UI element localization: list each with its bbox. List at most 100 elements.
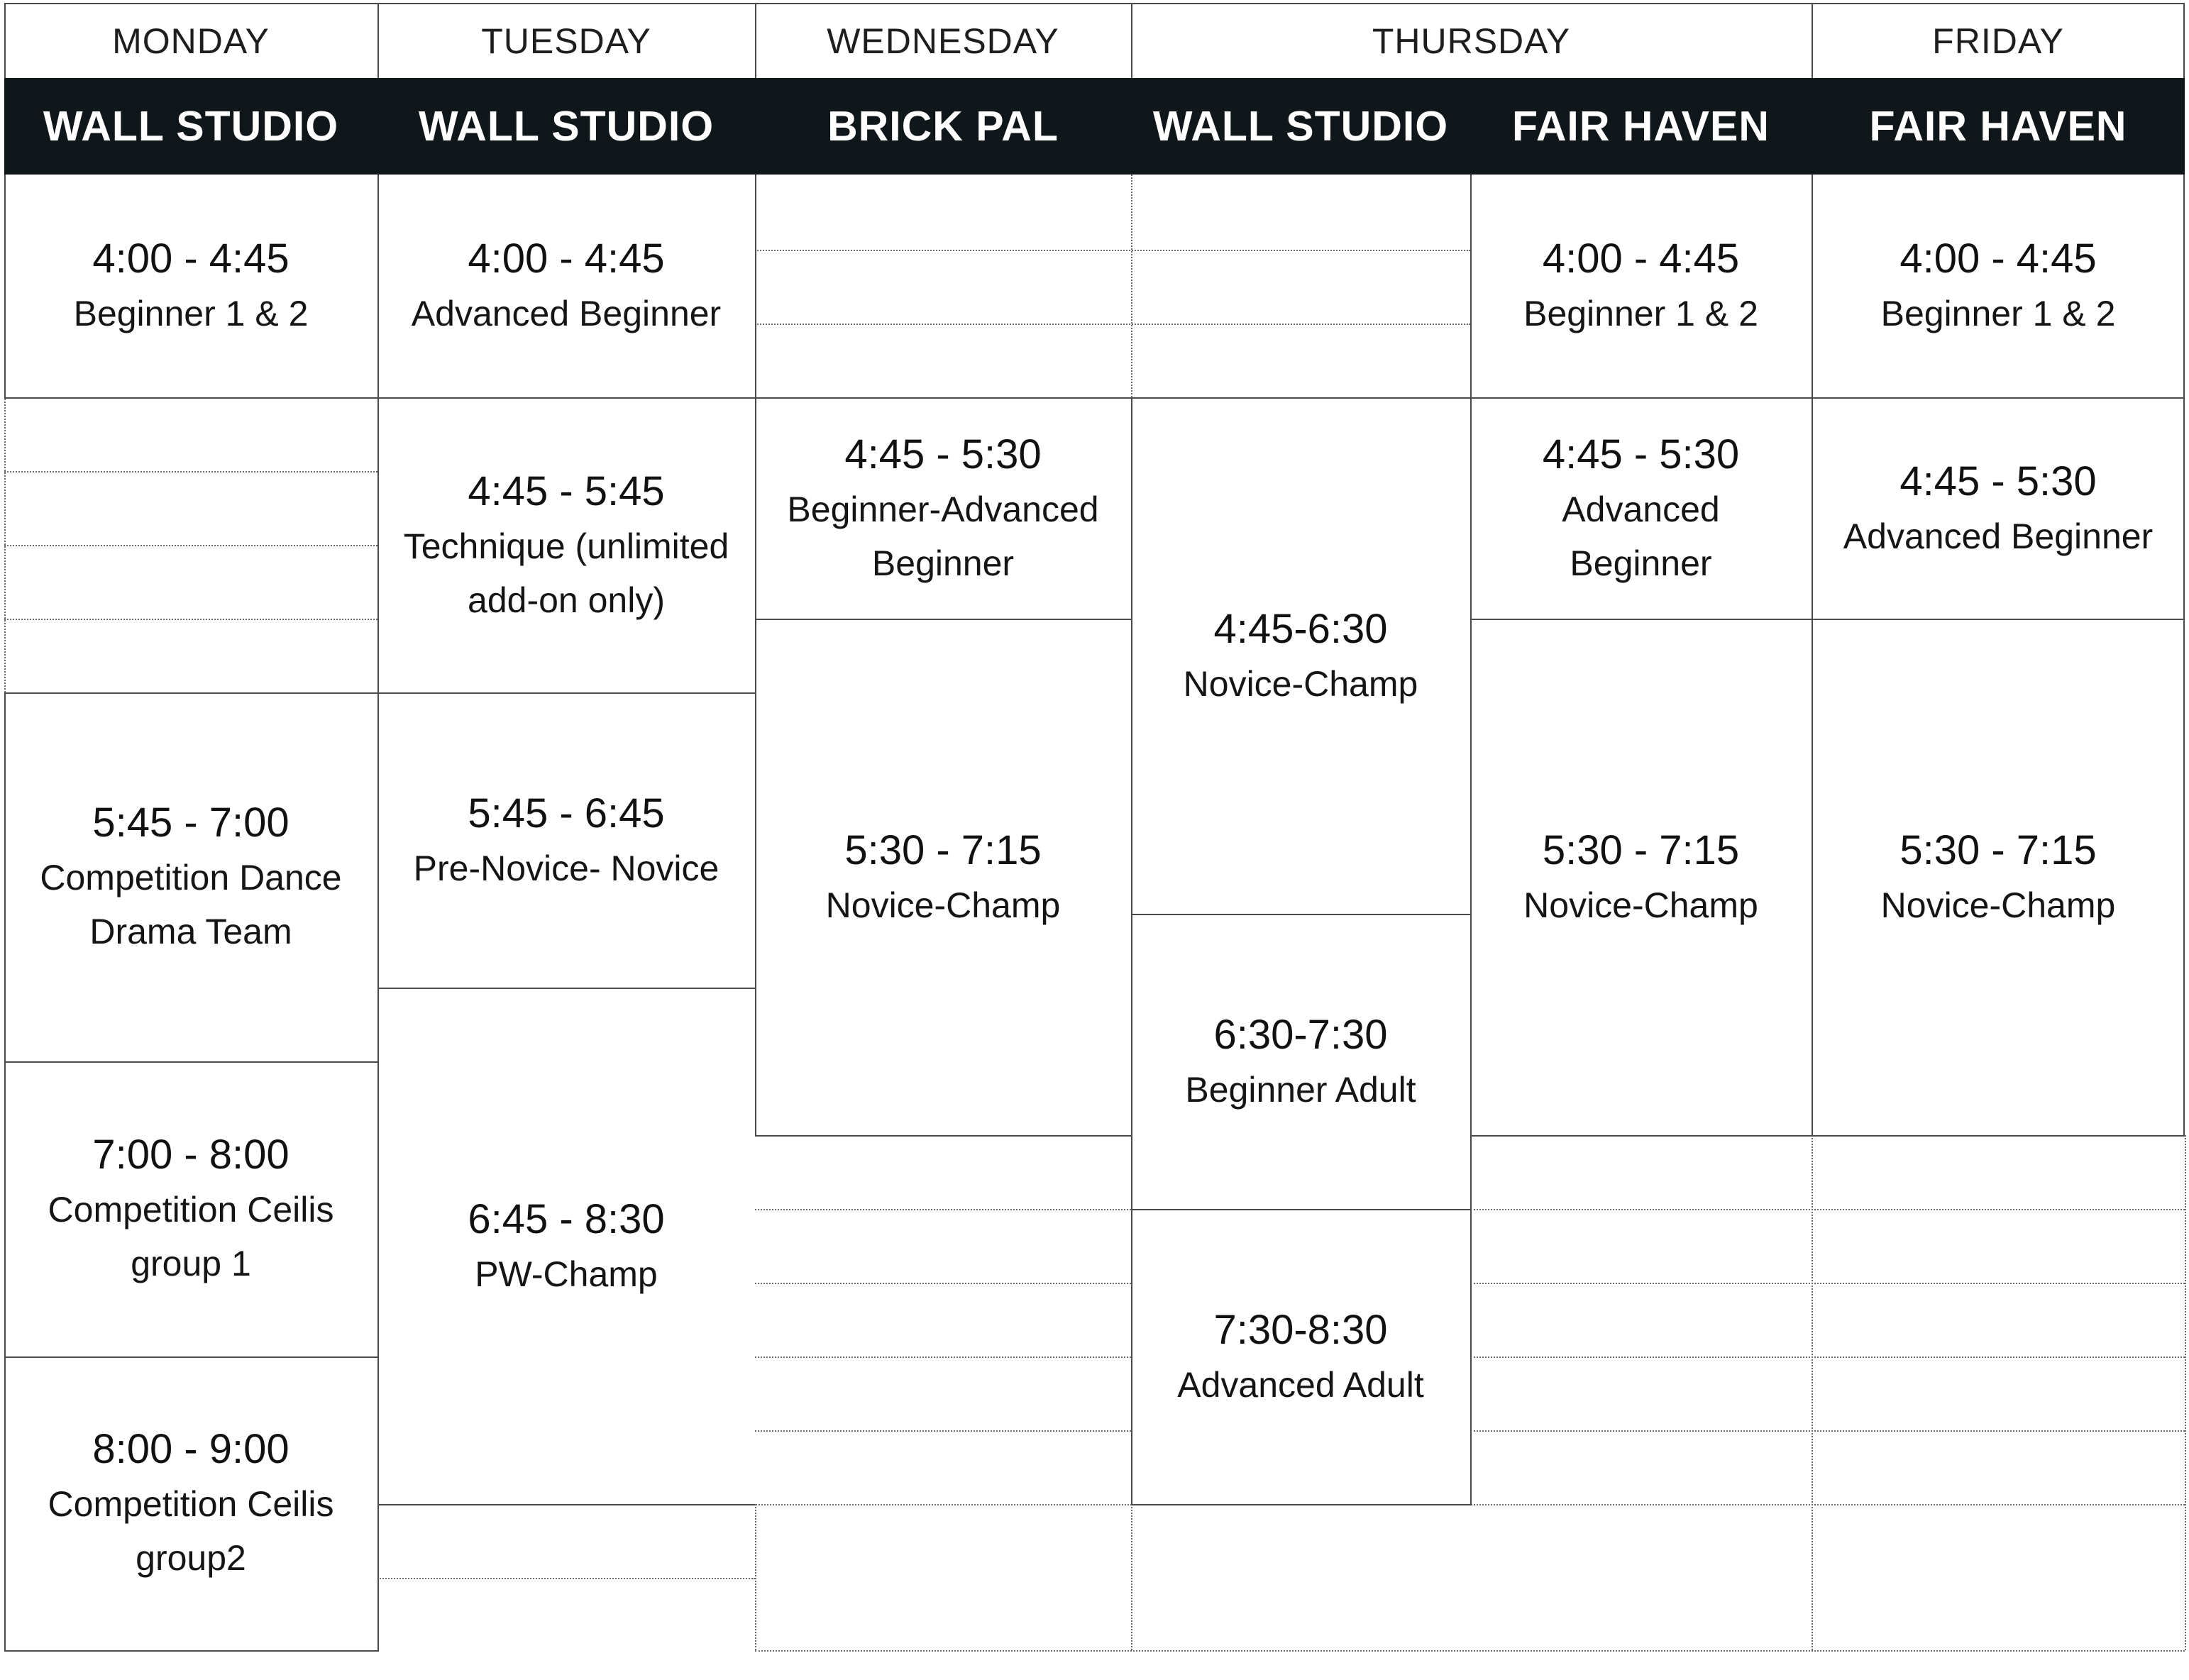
class-time: 4:45 - 5:30	[1542, 431, 1740, 477]
class-block: 8:00 - 9:00 Competition Ceilis group2	[4, 1356, 377, 1650]
class-time: 5:30 - 7:15	[844, 827, 1042, 873]
weekly-class-schedule: MONDAY TUESDAY WEDNESDAY THURSDAY FRIDAY…	[0, 0, 2189, 1680]
grid-line	[2183, 3, 2185, 78]
grid-dotted-line	[755, 1209, 1131, 1210]
grid-dotted-line	[4, 619, 377, 620]
class-name: Advanced Beginner	[1843, 516, 2154, 556]
class-block: 4:45 - 5:30 Advanced Beginner	[1470, 399, 1812, 619]
class-block: 6:30-7:30 Beginner Adult	[1131, 915, 1470, 1209]
class-block: 4:45-6:30 Novice-Champ	[1131, 399, 1470, 914]
class-block: 4:00 - 4:45 Advanced Beginner	[377, 175, 755, 397]
class-block: 7:00 - 8:00 Competition Ceilis group 1	[4, 1061, 377, 1356]
studio-label-friday: FAIR HAVEN	[1869, 103, 2127, 150]
class-name: Novice-Champ	[1183, 664, 1418, 704]
class-time: 6:30-7:30	[1213, 1012, 1388, 1058]
class-time: 4:00 - 4:45	[468, 236, 665, 282]
day-header-tuesday: TUESDAY	[481, 21, 651, 61]
grid-line	[1470, 1135, 2185, 1137]
class-name: Beginner Adult	[1185, 1070, 1416, 1110]
grid-dotted-divider	[4, 399, 6, 692]
grid-line	[377, 1504, 755, 1505]
class-name: Advanced Beginner	[1562, 490, 1720, 583]
class-time: 7:00 - 8:00	[92, 1132, 290, 1178]
class-time: 4:45 - 5:30	[844, 431, 1042, 477]
class-block: 7:30-8:30 Advanced Adult	[1131, 1210, 1470, 1504]
grid-dotted-line	[4, 545, 377, 546]
class-time: 4:00 - 4:45	[1899, 236, 2097, 282]
class-block: 5:30 - 7:15 Novice-Champ	[755, 620, 1131, 1135]
grid-line	[4, 3, 2185, 4]
class-block: 5:45 - 6:45 Pre-Novice- Novice	[377, 694, 755, 988]
class-name: Advanced Beginner	[411, 294, 722, 333]
class-name: Beginner-Advanced Beginner	[787, 490, 1099, 583]
grid-dotted-line	[1470, 1356, 2185, 1358]
class-name: Competition Ceilis group 1	[48, 1190, 334, 1283]
grid-dotted-line	[1470, 1283, 2185, 1284]
class-block: 4:00 - 4:45 Beginner 1 & 2	[1812, 175, 2185, 397]
grid-dotted-line	[755, 1356, 1131, 1358]
grid-dotted-line	[755, 250, 1470, 251]
class-time: 7:30-8:30	[1213, 1307, 1388, 1353]
class-block: 5:30 - 7:15 Novice-Champ	[1470, 620, 1812, 1135]
grid-dotted-divider	[1812, 1135, 1813, 1650]
class-time: 8:00 - 9:00	[92, 1426, 290, 1472]
class-block: 4:45 - 5:30 Beginner-Advanced Beginner	[755, 399, 1131, 619]
grid-line	[1812, 3, 1813, 78]
grid-line	[377, 3, 379, 78]
day-header-wednesday: WEDNESDAY	[827, 21, 1059, 61]
studio-label-thursday-wall: WALL STUDIO	[1152, 103, 1449, 150]
grid-line	[4, 1650, 377, 1652]
class-name: PW-Champ	[475, 1254, 658, 1294]
class-name: Beginner 1 & 2	[73, 294, 309, 333]
studio-label-wednesday: BRICK PAL	[827, 103, 1059, 150]
class-name: Advanced Adult	[1177, 1365, 1424, 1405]
grid-line	[1131, 3, 1132, 78]
grid-line	[1131, 1504, 1470, 1505]
grid-line	[4, 3, 6, 78]
class-block: 4:45 - 5:45 Technique (unlimited add-on …	[377, 399, 755, 692]
class-block: 4:00 - 4:45 Beginner 1 & 2	[1470, 175, 1812, 397]
grid-dotted-divider	[2185, 1135, 2186, 1650]
grid-dotted-line	[755, 1430, 1131, 1432]
class-block: 5:45 - 7:00 Competition Dance Drama Team	[4, 692, 377, 1061]
studio-label-monday: WALL STUDIO	[43, 103, 339, 150]
class-time: 4:45 - 5:30	[1899, 458, 2097, 504]
class-time: 6:45 - 8:30	[468, 1196, 665, 1242]
class-name: Novice-Champ	[1523, 885, 1758, 925]
class-name: Beginner 1 & 2	[1523, 294, 1758, 333]
class-block: 5:30 - 7:15 Novice-Champ	[1812, 620, 2185, 1135]
class-time: 5:30 - 7:15	[1542, 827, 1740, 873]
class-time: 4:00 - 4:45	[1542, 236, 1740, 282]
class-time: 5:45 - 7:00	[92, 800, 290, 846]
class-name: Pre-Novice- Novice	[413, 849, 719, 888]
class-name: Competition Dance Drama Team	[40, 858, 342, 951]
class-time: 5:30 - 7:15	[1899, 827, 2097, 873]
studio-label-thursday-fairhaven: FAIR HAVEN	[1512, 103, 1770, 150]
grid-dotted-divider	[1131, 1504, 1132, 1650]
class-name: Novice-Champ	[825, 885, 1061, 925]
day-header-thursday: THURSDAY	[1372, 21, 1571, 61]
day-header-monday: MONDAY	[112, 21, 270, 61]
class-block: 4:45 - 5:30 Advanced Beginner	[1812, 399, 2185, 619]
grid-dotted-line	[755, 1283, 1131, 1284]
grid-dotted-divider	[755, 1504, 756, 1650]
day-header-friday: FRIDAY	[1932, 21, 2064, 61]
grid-dotted-line	[755, 324, 1470, 325]
class-time: 4:00 - 4:45	[92, 236, 290, 282]
class-name: Novice-Champ	[1880, 885, 2116, 925]
studio-label-tuesday: WALL STUDIO	[418, 103, 715, 150]
grid-line	[755, 3, 756, 78]
grid-dotted-line	[1470, 1209, 2185, 1210]
grid-line	[755, 1135, 1131, 1137]
grid-dotted-line	[377, 1578, 755, 1579]
class-block: 6:45 - 8:30 PW-Champ	[377, 989, 755, 1504]
grid-dotted-divider	[1131, 175, 1132, 397]
class-block: 4:00 - 4:45 Beginner 1 & 2	[4, 175, 377, 397]
class-time: 5:45 - 6:45	[468, 790, 665, 836]
grid-dotted-line	[1470, 1430, 2185, 1432]
class-name: Technique (unlimited add-on only)	[403, 526, 729, 620]
class-name: Competition Ceilis group2	[48, 1484, 334, 1578]
grid-dotted-line	[755, 1650, 2185, 1652]
class-time: 4:45-6:30	[1213, 606, 1388, 652]
grid-dotted-line	[4, 471, 377, 472]
